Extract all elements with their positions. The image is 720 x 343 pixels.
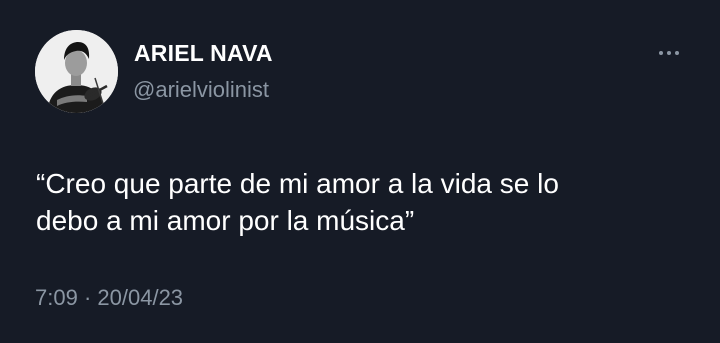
more-horizontal-icon-dot: [675, 51, 679, 55]
author-display-name[interactable]: ARIEL NAVA: [134, 40, 273, 67]
meta-separator: ·: [83, 285, 92, 310]
tweet-text: “Creo que parte de mi amor a la vida se …: [36, 165, 676, 239]
tweet-card: ARIEL NAVA @arielviolinist “Creo que par…: [0, 0, 720, 343]
tweet-time: 7:09: [35, 285, 78, 310]
tweet-timestamp[interactable]: 7:09 · 20/04/23: [35, 285, 183, 311]
avatar[interactable]: [35, 30, 118, 113]
tweet-date: 20/04/23: [97, 285, 184, 310]
violinist-photo-icon: [35, 30, 118, 113]
author-handle[interactable]: @arielviolinist: [133, 77, 269, 103]
more-horizontal-icon: [659, 51, 663, 55]
tweet-text-line: debo a mi amor por la música”: [36, 205, 415, 236]
more-options-button[interactable]: [648, 38, 690, 68]
tweet-text-line: “Creo que parte de mi amor a la vida se …: [36, 168, 559, 199]
more-horizontal-icon-dot: [667, 51, 671, 55]
